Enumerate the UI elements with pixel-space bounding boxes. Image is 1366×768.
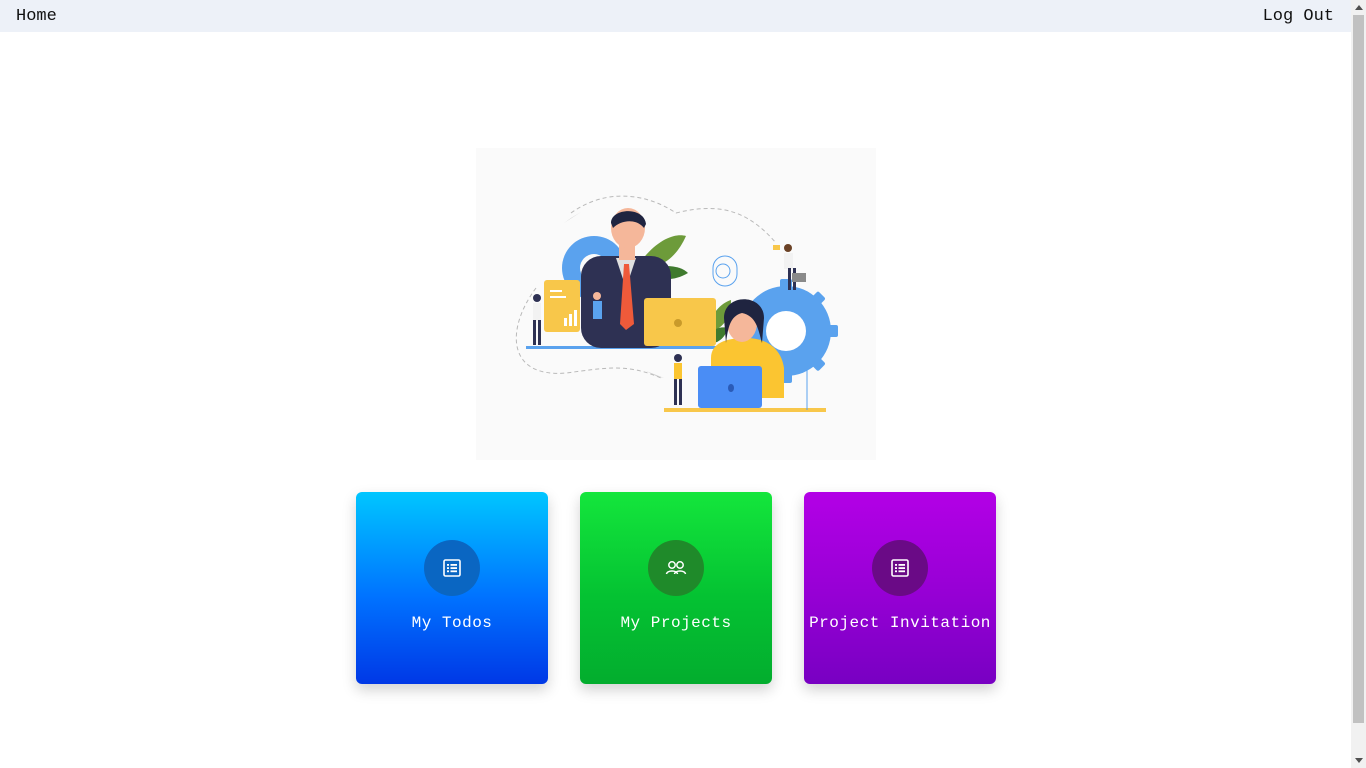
card-label: Project Invitation <box>809 614 991 632</box>
list-icon <box>872 540 928 596</box>
vertical-scrollbar[interactable] <box>1351 0 1366 768</box>
home-link[interactable]: Home <box>16 7 57 26</box>
project-invitation-card[interactable]: Project Invitation <box>804 492 996 684</box>
dashboard-cards: My Todos My Projects Project Invitation <box>356 492 996 684</box>
my-todos-card[interactable]: My Todos <box>356 492 548 684</box>
team-work-illustration <box>515 195 838 412</box>
users-icon <box>648 540 704 596</box>
list-icon <box>424 540 480 596</box>
scroll-thumb[interactable] <box>1353 15 1364 723</box>
card-label: My Projects <box>620 614 732 632</box>
my-projects-card[interactable]: My Projects <box>580 492 772 684</box>
card-label: My Todos <box>411 614 493 632</box>
scroll-down-button[interactable] <box>1351 753 1366 768</box>
hero-illustration <box>476 148 876 460</box>
scroll-up-button[interactable] <box>1351 0 1366 15</box>
top-nav-bar: Home Log Out <box>0 0 1351 32</box>
logout-link[interactable]: Log Out <box>1263 7 1334 26</box>
